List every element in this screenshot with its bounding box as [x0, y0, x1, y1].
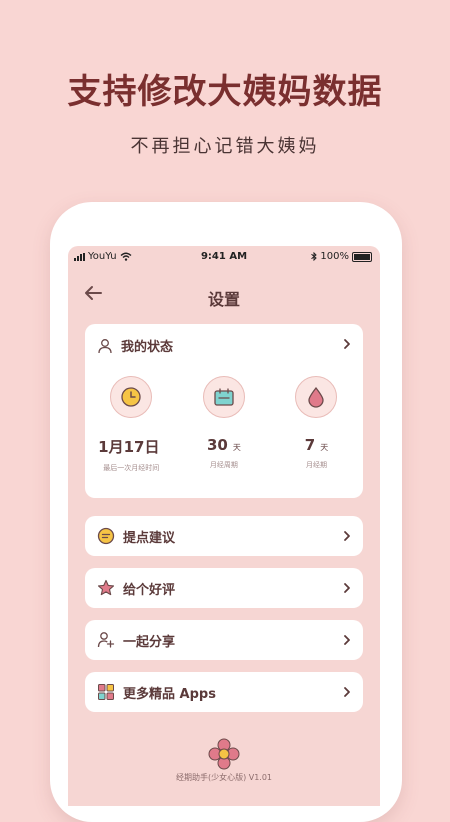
- menu-item-rate[interactable]: 给个好评: [85, 568, 363, 608]
- status-bar: YouYu 9:41 AM 100%: [68, 246, 380, 268]
- stat-last-period: 1月17日 最后一次月经时间: [85, 376, 178, 473]
- stat-label: 月经期: [305, 461, 327, 469]
- battery-label: 100%: [320, 251, 349, 262]
- my-status-card[interactable]: 我的状态 1月17日 最后一次月经时间 30 天 月经周期 7 天 月经期: [85, 324, 363, 498]
- user-icon: [98, 338, 112, 353]
- apps-grid-icon: [97, 683, 115, 701]
- stat-value: 1月17日: [98, 436, 164, 457]
- chevron-right-icon: [344, 635, 350, 645]
- stat-number: 1月17日: [98, 438, 160, 456]
- page-title: 设置: [207, 290, 240, 309]
- calendar-icon: [202, 376, 245, 418]
- status-right: 100%: [311, 251, 372, 262]
- app-logo-icon: [208, 738, 240, 770]
- promo-headline: 支持修改大姨妈数据: [67, 72, 383, 112]
- menu-item-label: 给个好评: [123, 582, 176, 598]
- chevron-right-icon: [344, 339, 350, 349]
- my-status-header: 我的状态: [97, 336, 173, 355]
- clock-icon: [110, 376, 153, 418]
- stat-number: 30: [206, 436, 228, 454]
- menu-item-more-apps[interactable]: 更多精品 Apps: [85, 672, 363, 712]
- bluetooth-icon: [311, 252, 318, 261]
- menu-item-share[interactable]: 一起分享: [85, 620, 363, 660]
- menu-item-feedback[interactable]: 提点建议: [85, 516, 363, 556]
- stat-label: 最后一次月经时间: [103, 464, 160, 472]
- stat-cycle: 30 天 月经周期: [178, 376, 271, 473]
- share-user-icon: [97, 631, 115, 649]
- status-stats: 1月17日 最后一次月经时间 30 天 月经周期 7 天 月经期: [85, 376, 363, 473]
- drop-icon: [295, 376, 338, 418]
- app-screen: YouYu 9:41 AM 100% 设置 我的状态 1月17日 最后一次月经时…: [68, 246, 380, 806]
- stat-unit: 天: [320, 443, 329, 452]
- chevron-right-icon: [344, 531, 350, 541]
- chevron-right-icon: [344, 583, 350, 593]
- stat-label: 月经周期: [209, 461, 238, 469]
- menu-item-label: 提点建议: [123, 530, 176, 546]
- menu-item-label: 一起分享: [123, 634, 176, 650]
- stat-number: 7: [304, 436, 316, 454]
- stat-period-length: 7 天 月经期: [270, 376, 363, 473]
- chevron-right-icon: [344, 687, 350, 697]
- battery-icon: [352, 251, 372, 262]
- menu-item-label: 更多精品 Apps: [123, 686, 216, 702]
- message-icon: [97, 527, 115, 545]
- stat-value: 7 天: [305, 436, 328, 454]
- promo-subline: 不再担心记错大姨妈: [130, 136, 320, 157]
- my-status-title: 我的状态: [121, 340, 174, 355]
- star-icon: [97, 579, 115, 597]
- stat-value: 30 天: [207, 436, 241, 454]
- stat-unit: 天: [232, 443, 241, 452]
- app-version: 经期助手(少女心版) V1.01: [175, 773, 273, 782]
